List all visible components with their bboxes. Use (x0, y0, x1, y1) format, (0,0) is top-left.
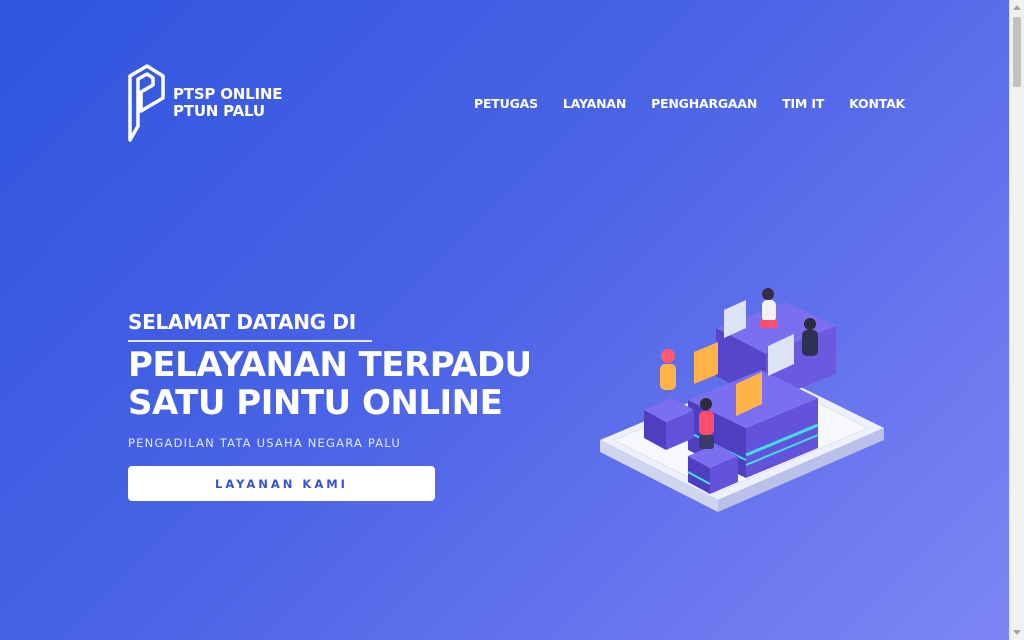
layanan-kami-button[interactable]: LAYANAN KAMI (128, 466, 435, 501)
logo-text: PTSP ONLINE PTUN PALU (173, 86, 282, 120)
hero-viewport: PTSP ONLINE PTUN PALU PETUGAS LAYANAN PE… (0, 0, 1009, 640)
welcome-text: SELAMAT DATANG DI (128, 310, 372, 342)
headline-line-2: SATU PINTU ONLINE (128, 383, 503, 423)
p-logo-icon (128, 64, 165, 142)
nav-tim-it[interactable]: TIM IT (782, 96, 824, 111)
office-illustration (600, 288, 884, 512)
nav-layanan[interactable]: LAYANAN (563, 96, 626, 111)
hero-content: SELAMAT DATANG DI PELAYANAN TERPADU SATU… (128, 310, 588, 501)
nav-kontak[interactable]: KONTAK (849, 96, 905, 111)
main-nav: PETUGAS LAYANAN PENGHARGAAN TIM IT KONTA… (474, 96, 905, 111)
nav-penghargaan[interactable]: PENGHARGAAN (651, 96, 757, 111)
nav-petugas[interactable]: PETUGAS (474, 96, 538, 111)
logo[interactable]: PTSP ONLINE PTUN PALU (127, 64, 282, 142)
hero-subtitle: PENGADILAN TATA USAHA NEGARA PALU (128, 436, 401, 450)
logo-line-1: PTSP ONLINE (173, 85, 283, 103)
vertical-scrollbar[interactable] (1009, 0, 1024, 640)
hero-headline: PELAYANAN TERPADU SATU PINTU ONLINE (128, 346, 588, 422)
logo-line-2: PTUN PALU (173, 102, 265, 120)
scrollbar-thumb[interactable] (1013, 17, 1021, 87)
scroll-up-icon[interactable] (1013, 5, 1021, 10)
scroll-down-icon[interactable] (1013, 630, 1021, 635)
headline-line-1: PELAYANAN TERPADU (128, 345, 532, 385)
